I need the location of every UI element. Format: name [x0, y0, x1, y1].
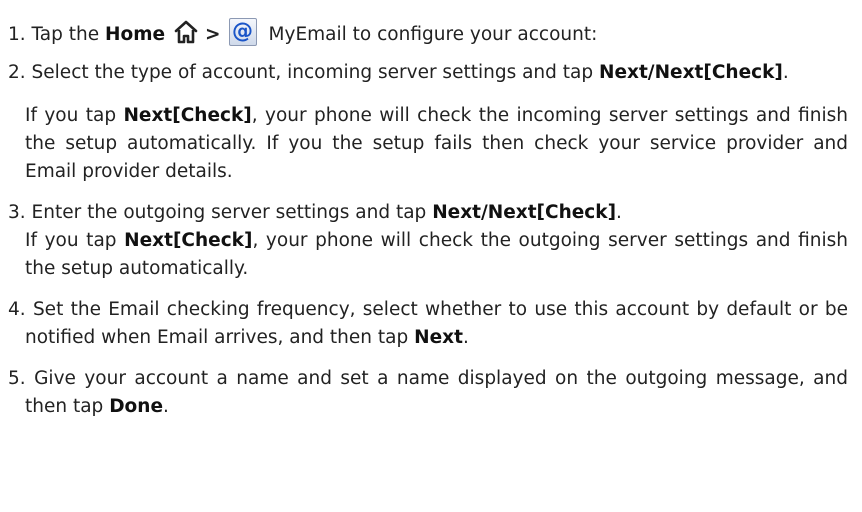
step-4: 4. Set the Email checking frequency, sel…: [8, 296, 848, 352]
step-1: 1. Tap the Home > @ MyEmail to configure yo…: [8, 18, 848, 49]
step-2-note-keyword: Next[Check]: [123, 105, 252, 126]
step-5-period: .: [163, 396, 169, 417]
step-4-number: 4.: [8, 299, 26, 320]
step-1-text-end: MyEmail to configure your account:: [268, 24, 598, 45]
step-5-keyword: Done: [109, 396, 163, 417]
step-3-text: Enter the outgoing server settings and t…: [31, 202, 427, 223]
step-2: 2. Select the type of account, incoming …: [8, 59, 848, 87]
step-4-keyword: Next: [414, 327, 463, 348]
step-2-note: If you tap Next[Check], your phone will …: [8, 102, 848, 186]
step-5: 5. Give your account a name and set a na…: [8, 365, 848, 421]
step-2-period: .: [782, 62, 789, 83]
step-1-home-label: Home: [105, 24, 166, 45]
step-2-note-text: If you tap: [25, 105, 117, 126]
step-3-number: 3.: [8, 202, 26, 223]
step-2-text: Select the type of account, incoming ser…: [31, 62, 594, 83]
step-1-separator: >: [205, 24, 221, 45]
step-1-text: Tap the: [31, 24, 100, 45]
step-3: 3. Enter the outgoing server settings an…: [8, 199, 848, 283]
email-app-icon-glyph: @: [232, 19, 254, 43]
home-icon: [173, 19, 199, 45]
email-app-icon: @: [228, 18, 257, 46]
step-3-period: .: [616, 202, 622, 223]
step-3-note-text: If you tap: [25, 230, 117, 251]
step-4-period: .: [462, 327, 469, 348]
step-5-number: 5.: [8, 368, 26, 389]
instruction-page: 1. Tap the Home > @ MyEmail to configure yo…: [0, 0, 862, 512]
step-1-number: 1.: [8, 24, 26, 45]
step-2-keyword: Next/Next[Check]: [599, 62, 783, 83]
step-2-number: 2.: [8, 62, 26, 83]
step-3-keyword: Next/Next[Check]: [432, 202, 617, 223]
step-3-note-keyword: Next[Check]: [124, 230, 253, 251]
